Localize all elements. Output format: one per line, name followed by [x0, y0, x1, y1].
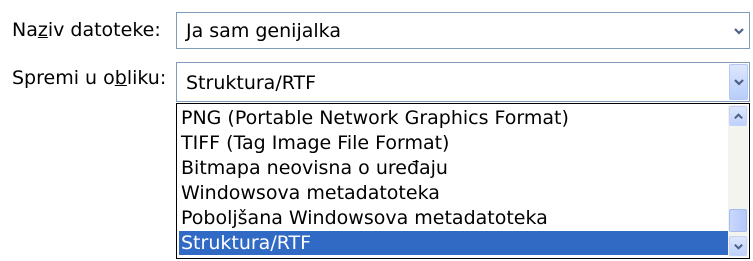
- filename-label-text-end: iv datoteke:: [47, 19, 161, 41]
- chevron-down-icon: [734, 28, 744, 35]
- list-item-rtf-selected[interactable]: Struktura/RTF: [179, 231, 729, 255]
- save-as-combobox[interactable]: Struktura/RTF: [176, 62, 750, 102]
- list-item-tiff[interactable]: TIFF (Tag Image File Format): [179, 131, 729, 155]
- list-item-wmf[interactable]: Windowsova metadatoteka: [179, 181, 729, 205]
- filename-label-text: Na: [12, 19, 38, 41]
- save-as-dropdown-button[interactable]: [729, 64, 748, 100]
- save-as-label-text: Spremi u o: [12, 67, 115, 89]
- scroll-up-button[interactable]: [729, 106, 747, 126]
- filename-combobox[interactable]: Ja sam genijalka: [176, 12, 750, 49]
- filename-dropdown-button[interactable]: [729, 14, 748, 47]
- chevron-down-icon: [734, 79, 744, 86]
- list-item-bitmap[interactable]: Bitmapa neovisna o uređaju: [179, 156, 729, 180]
- save-as-label-text-end: liku:: [126, 67, 167, 89]
- save-as-label-accelerator: b: [114, 67, 127, 89]
- chevron-down-icon: [734, 243, 743, 250]
- list-scrollbar[interactable]: [728, 105, 748, 257]
- filename-label: Naziv datoteke:: [12, 18, 161, 42]
- filename-label-accelerator: z: [37, 19, 48, 41]
- list-item-png[interactable]: PNG (Portable Network Graphics Format): [179, 106, 729, 130]
- list-item-emf[interactable]: Poboljšana Windowsova metadatoteka: [179, 206, 729, 230]
- format-listbox[interactable]: PNG (Portable Network Graphics Format) T…: [176, 103, 750, 259]
- scroll-thumb[interactable]: [729, 209, 747, 232]
- save-as-label: Spremi u obliku:: [12, 66, 166, 90]
- filename-input[interactable]: Ja sam genijalka: [186, 19, 341, 43]
- chevron-up-icon: [734, 113, 743, 120]
- save-as-value: Struktura/RTF: [186, 72, 317, 94]
- scroll-down-button[interactable]: [729, 236, 747, 256]
